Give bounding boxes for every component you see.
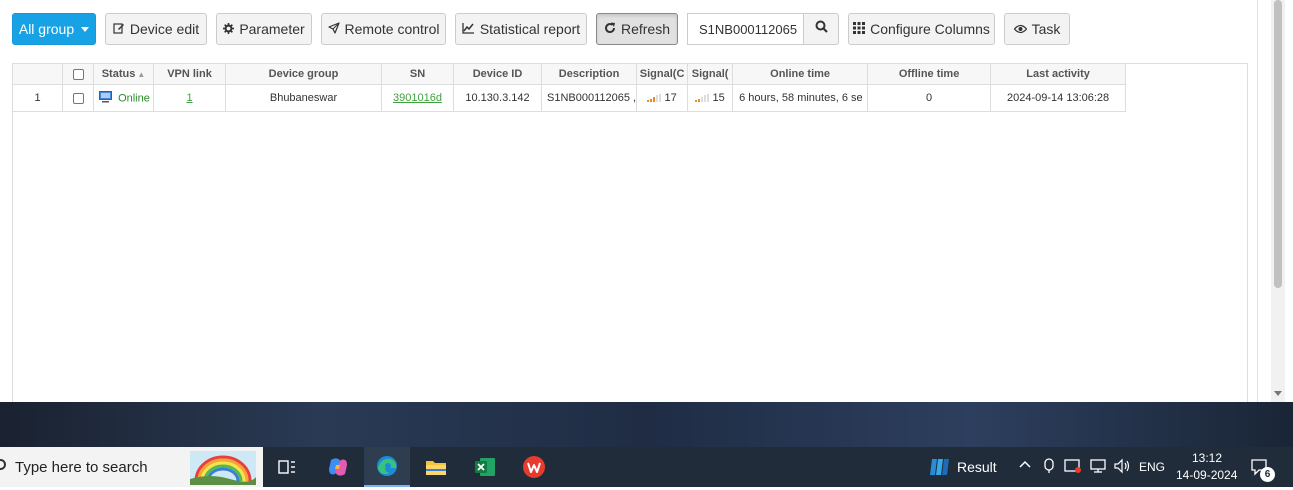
send-icon	[327, 22, 340, 36]
statistical-report-label: Statistical report	[479, 21, 581, 37]
row-signal-2: 15	[687, 84, 734, 112]
refresh-button[interactable]: Refresh	[596, 13, 678, 45]
row-device-id: 10.130.3.142	[453, 84, 542, 112]
line-chart-icon	[462, 22, 475, 36]
header-index	[12, 63, 63, 85]
device-table-container	[12, 63, 1248, 403]
signal-bars-icon	[695, 94, 710, 103]
header-offline-time[interactable]: Offline time	[867, 63, 992, 85]
row-last-activity: 2024-09-14 13:06:28	[990, 84, 1127, 112]
sn-link[interactable]: 3901016d	[393, 92, 442, 104]
vpn-link[interactable]: 1	[186, 92, 192, 104]
header-signal-2[interactable]: Signal(	[687, 63, 734, 85]
app-window: All group Device edit Parameter Remote c…	[0, 0, 1293, 403]
header-select-all[interactable]	[62, 63, 94, 85]
row-status: Online	[93, 84, 154, 112]
edge-browser-icon[interactable]	[364, 447, 410, 487]
task-view-icon[interactable]	[272, 452, 302, 482]
remote-control-button[interactable]: Remote control	[321, 13, 446, 45]
status-online-label: Online	[118, 91, 150, 104]
gear-icon	[223, 22, 235, 36]
row-signal-1: 17	[636, 84, 689, 112]
signal-2-value: 15	[712, 92, 725, 104]
search-icon	[815, 20, 828, 38]
monitor-icon	[99, 90, 112, 106]
taskbar: Type here to search Result ENG 13:12 14-…	[0, 447, 1293, 487]
header-signal-1[interactable]: Signal(C	[636, 63, 689, 85]
search-input[interactable]	[687, 13, 804, 45]
select-all-checkbox[interactable]	[72, 68, 84, 80]
clock-date[interactable]: 14-09-2024	[1176, 468, 1237, 482]
table-header-row: Status ▲ VPN link Device group SN Device …	[12, 63, 1127, 85]
meet-now-icon[interactable]	[1042, 458, 1056, 477]
network-icon[interactable]	[1089, 458, 1107, 477]
rainbow-search-highlight-icon	[190, 451, 256, 485]
header-status-label: Status	[101, 68, 136, 80]
scrollbar-thumb[interactable]	[1274, 0, 1282, 288]
excel-icon[interactable]	[470, 452, 500, 482]
eye-icon	[1013, 23, 1027, 36]
caret-down-icon	[81, 26, 90, 32]
task-label: Task	[1031, 21, 1061, 37]
table-row[interactable]: 1 Online 1 Bhubaneswar 3901016d 10.130.3…	[12, 84, 1127, 112]
row-select[interactable]	[62, 84, 94, 112]
all-group-label: All group	[18, 21, 75, 37]
refresh-label: Refresh	[620, 21, 671, 37]
statistical-report-button[interactable]: Statistical report	[455, 13, 587, 45]
header-vpn-link[interactable]: VPN link	[153, 63, 226, 85]
device-panel: All group Device edit Parameter Remote c…	[0, 0, 1258, 403]
row-description: S1NB000112065 ,	[540, 84, 638, 112]
result-label[interactable]: Result	[957, 459, 997, 475]
row-device-group: Bhubaneswar	[225, 84, 382, 112]
search-icon	[0, 459, 6, 470]
header-device-group[interactable]: Device group	[225, 63, 382, 85]
clock-time[interactable]: 13:12	[1192, 451, 1222, 465]
vertical-scrollbar[interactable]	[1271, 0, 1285, 402]
weather-icon[interactable]	[925, 452, 955, 482]
remote-control-label: Remote control	[344, 21, 440, 37]
desktop-wallpaper	[0, 402, 1293, 447]
row-online-time: 6 hours, 58 minutes, 6 se	[732, 84, 869, 112]
header-status[interactable]: Status ▲	[93, 63, 154, 85]
refresh-icon	[604, 22, 616, 36]
taskbar-search-placeholder: Type here to search	[15, 459, 148, 476]
header-device-id[interactable]: Device ID	[453, 63, 542, 85]
header-online-time[interactable]: Online time	[732, 63, 869, 85]
device-edit-label: Device edit	[129, 21, 200, 37]
device-edit-button[interactable]: Device edit	[105, 13, 207, 45]
notification-count-badge: 6	[1260, 467, 1275, 482]
header-description[interactable]: Description	[540, 63, 638, 85]
scroll-down-arrow-icon[interactable]	[1274, 391, 1282, 396]
row-checkbox[interactable]	[72, 92, 84, 104]
device-table: Status ▲ VPN link Device group SN Device …	[12, 63, 1127, 112]
language-indicator[interactable]: ENG	[1139, 460, 1165, 474]
parameter-button[interactable]: Parameter	[216, 13, 312, 45]
row-offline-time: 0	[867, 84, 992, 112]
all-group-dropdown[interactable]: All group	[12, 13, 96, 45]
row-sn[interactable]: 3901016d	[381, 84, 454, 112]
search-button[interactable]	[803, 13, 839, 45]
edit-icon	[113, 22, 125, 36]
signal-bars-icon	[647, 94, 662, 103]
row-vpn-link[interactable]: 1	[153, 84, 226, 112]
task-button[interactable]: Task	[1004, 13, 1070, 45]
parameter-label: Parameter	[239, 21, 305, 37]
sort-icon[interactable]: ▲	[137, 70, 145, 79]
copilot-icon[interactable]	[323, 452, 353, 482]
grid-icon	[853, 22, 866, 36]
configure-columns-label: Configure Columns	[870, 21, 990, 37]
wps-office-icon[interactable]	[519, 452, 549, 482]
file-explorer-icon[interactable]	[421, 452, 451, 482]
header-last-activity[interactable]: Last activity	[990, 63, 1127, 85]
header-sn[interactable]: SN	[381, 63, 454, 85]
show-hidden-icons-icon[interactable]	[1018, 457, 1032, 474]
row-index: 1	[12, 84, 63, 112]
signal-1-value: 17	[664, 92, 677, 104]
taskbar-search-box[interactable]: Type here to search	[0, 447, 263, 487]
volume-icon[interactable]	[1113, 458, 1131, 477]
antivirus-icon[interactable]	[1064, 458, 1082, 477]
configure-columns-button[interactable]: Configure Columns	[848, 13, 995, 45]
